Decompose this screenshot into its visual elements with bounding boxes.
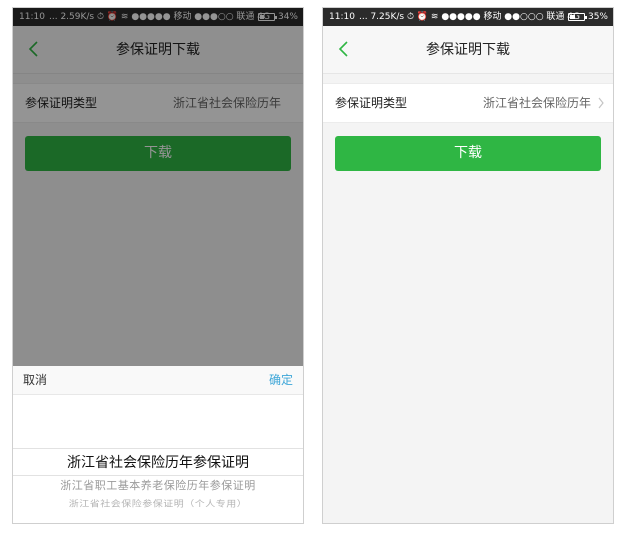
page-title: 参保证明下载 (426, 42, 510, 58)
status-indicators: ... 7.25K/s ⏱ ⏰ ≋ ●●●●● 移动 ●●○○○ 联通 4G (359, 12, 580, 22)
download-button[interactable]: 下载 (335, 136, 601, 171)
confirm-button[interactable]: 确定 (269, 366, 293, 395)
picker-option[interactable]: 浙江省职工基本养老保险历年参保证明 (13, 477, 303, 493)
certificate-type-label: 参保证明类型 (335, 96, 408, 110)
phone-screen-right: 11:10 ... 7.25K/s ⏱ ⏰ ≋ ●●●●● 移动 ●●○○○ 联… (322, 7, 614, 524)
picker-toolbar: 取消 确定 (13, 366, 303, 395)
certificate-type-row[interactable]: 参保证明类型 浙江省社会保险历年 (323, 83, 613, 123)
picker-option-selected[interactable]: 浙江省社会保险历年参保证明 (13, 452, 303, 472)
phone-screen-left: 11:10 ... 2.59K/s ⏱ ⏰ ≋ ●●●●● 移动 ●●●○○ 联… (12, 7, 304, 524)
picker-divider (13, 475, 303, 476)
chevron-right-icon (598, 97, 604, 109)
status-time: 11:10 (329, 12, 355, 22)
cancel-button[interactable]: 取消 (23, 366, 47, 395)
battery-percent: 35% (587, 12, 608, 22)
certificate-type-value: 浙江省社会保险历年 (482, 96, 591, 110)
status-bar: 11:10 ... 7.25K/s ⏱ ⏰ ≋ ●●●●● 移动 ●●○○○ 联… (323, 8, 613, 26)
battery-icon (567, 13, 587, 21)
picker-option[interactable]: 浙江省社会保险参保证明（个人专用） (13, 496, 303, 509)
nav-bar: 参保证明下载 (323, 26, 613, 74)
certificate-type-picker[interactable]: 浙江省社会保险历年参保证明 浙江省职工基本养老保险历年参保证明 浙江省社会保险参… (13, 396, 303, 523)
picker-sheet: 取消 确定 浙江省社会保险历年参保证明 浙江省职工基本养老保险历年参保证明 浙江… (13, 366, 303, 523)
picker-divider (13, 448, 303, 449)
